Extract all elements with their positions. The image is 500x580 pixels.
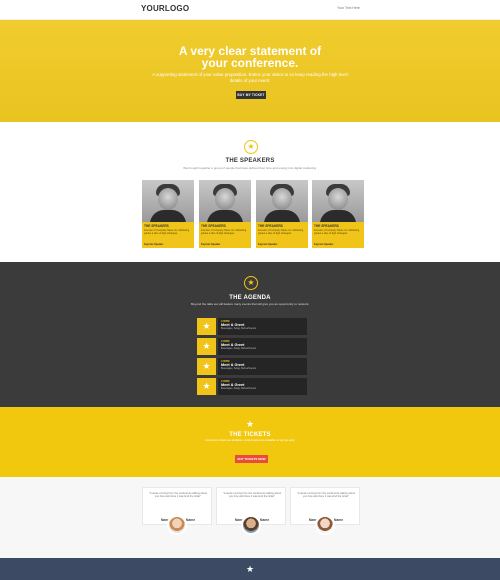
speaker-role: Keynote Speaker xyxy=(258,243,278,246)
speakers-section: ★ THE SPEAKERS We brought together a gro… xyxy=(0,122,500,262)
speaker-role: Keynote Speaker xyxy=(144,243,164,246)
agenda-details: 4:00PM Meet & Greet Beverages, Swag, Ref… xyxy=(218,338,307,355)
speaker-name: THE SPEAKERS xyxy=(258,224,283,228)
speaker-photo xyxy=(312,180,364,222)
buy-ticket-button[interactable]: BUY MY TICKET xyxy=(236,91,266,99)
tickets-title: THE TICKETS xyxy=(229,432,271,438)
speaker-role: Keynote Speaker xyxy=(314,243,334,246)
speaker-card[interactable]: THE SPEAKERS Founder of Company Name Inc… xyxy=(256,180,308,248)
agenda-title: THE AGENDA xyxy=(229,295,271,301)
avatar xyxy=(315,515,335,535)
testimonial-quote: "A quote coming from the conference talk… xyxy=(148,492,208,499)
agenda-list: ★ 4:00PM Meet & Greet Beverages, Swag, R… xyxy=(197,318,307,398)
testimonial-quote: "A quote coming from the conference talk… xyxy=(222,492,282,499)
tickets-subtitle: Conference tickets are available. Limite… xyxy=(205,439,295,442)
agenda-desc: Beverages, Swag, Refreshments xyxy=(221,327,256,330)
speaker-bio: Founder of Company Name Inc. Marketing g… xyxy=(314,229,360,235)
speaker-photo xyxy=(142,180,194,222)
speaker-card[interactable]: THE SPEAKERS Founder of Company Name Inc… xyxy=(312,180,364,248)
site-logo[interactable]: YOURLOGO xyxy=(141,4,189,13)
agenda-section: ★ THE AGENDA Beyond the talks we will fe… xyxy=(0,262,500,407)
speaker-bio: Founder of Company Name Inc. Marketing g… xyxy=(201,229,247,235)
agenda-desc: Beverages, Swag, Refreshments xyxy=(221,347,256,350)
speaker-info: THE SPEAKERS Founder of Company Name Inc… xyxy=(256,222,308,248)
hero-subtitle: A supporting statement of your value pro… xyxy=(152,72,348,83)
star-icon: ★ xyxy=(246,564,255,574)
speaker-bio: Founder of Company Name Inc. Marketing g… xyxy=(258,229,304,235)
star-icon: ★ xyxy=(197,358,216,375)
speakers-subtitle: We brought together a group of people th… xyxy=(183,166,317,170)
star-icon: ★ xyxy=(246,419,255,429)
hero-title: A very clear statement of your conferenc… xyxy=(0,45,500,69)
agenda-desc: Beverages, Swag, Refreshments xyxy=(221,367,256,370)
speaker-info: THE SPEAKERS Founder of Company Name Inc… xyxy=(312,222,364,248)
speaker-photo xyxy=(256,180,308,222)
testimonials-section: "A quote coming from the conference talk… xyxy=(0,477,500,558)
speaker-card[interactable]: THE SPEAKERS Founder of Company Name Inc… xyxy=(199,180,251,248)
testimonial-quote: "A quote coming from the conference talk… xyxy=(296,492,356,499)
agenda-details: 4:00PM Meet & Greet Beverages, Swag, Ref… xyxy=(218,378,307,395)
agenda-subtitle: Beyond the talks we will feature many ev… xyxy=(190,302,310,306)
buy-tickets-button[interactable]: BUY TICKETS NOW xyxy=(235,455,268,463)
agenda-details: 4:00PM Meet & Greet Beverages, Swag, Ref… xyxy=(218,358,307,375)
star-icon: ★ xyxy=(244,140,258,154)
star-icon: ★ xyxy=(197,338,216,355)
agenda-item[interactable]: ★ 4:00PM Meet & Greet Beverages, Swag, R… xyxy=(197,318,307,335)
speaker-card[interactable]: THE SPEAKERS Founder of Company Name Inc… xyxy=(142,180,194,248)
agenda-desc: Beverages, Swag, Refreshments xyxy=(221,387,256,390)
agenda-details: 4:00PM Meet & Greet Beverages, Swag, Ref… xyxy=(218,318,307,335)
top-navbar: YOURLOGO Your Text Here xyxy=(0,0,500,20)
speaker-name: THE SPEAKERS xyxy=(201,224,226,228)
speaker-info: THE SPEAKERS Founder of Company Name Inc… xyxy=(199,222,251,248)
speaker-name: THE SPEAKERS xyxy=(314,224,339,228)
speaker-role: Keynote Speaker xyxy=(201,243,221,246)
agenda-item[interactable]: ★ 4:00PM Meet & Greet Beverages, Swag, R… xyxy=(197,338,307,355)
speaker-name: THE SPEAKERS xyxy=(144,224,169,228)
tickets-section: ★ THE TICKETS Conference tickets are ava… xyxy=(0,407,500,477)
speaker-info: THE SPEAKERS Founder of Company Name Inc… xyxy=(142,222,194,248)
avatar xyxy=(167,515,187,535)
avatar xyxy=(241,515,261,535)
star-icon: ★ xyxy=(244,276,258,290)
speakers-title: THE SPEAKERS xyxy=(225,158,275,164)
speaker-bio: Founder of Company Name Inc. Marketing g… xyxy=(144,229,190,235)
hero-title-line2: your conference. xyxy=(201,56,299,70)
star-icon: ★ xyxy=(197,318,216,335)
hero-section: A very clear statement of your conferenc… xyxy=(0,20,500,122)
speaker-cards: THE SPEAKERS Founder of Company Name Inc… xyxy=(142,180,364,252)
footer-section: ★ xyxy=(0,558,500,580)
agenda-item[interactable]: ★ 4:00PM Meet & Greet Beverages, Swag, R… xyxy=(197,358,307,375)
agenda-item[interactable]: ★ 4:00PM Meet & Greet Beverages, Swag, R… xyxy=(197,378,307,395)
speaker-photo xyxy=(199,180,251,222)
nav-link[interactable]: Your Text Here xyxy=(337,6,360,10)
star-icon: ★ xyxy=(197,378,216,395)
